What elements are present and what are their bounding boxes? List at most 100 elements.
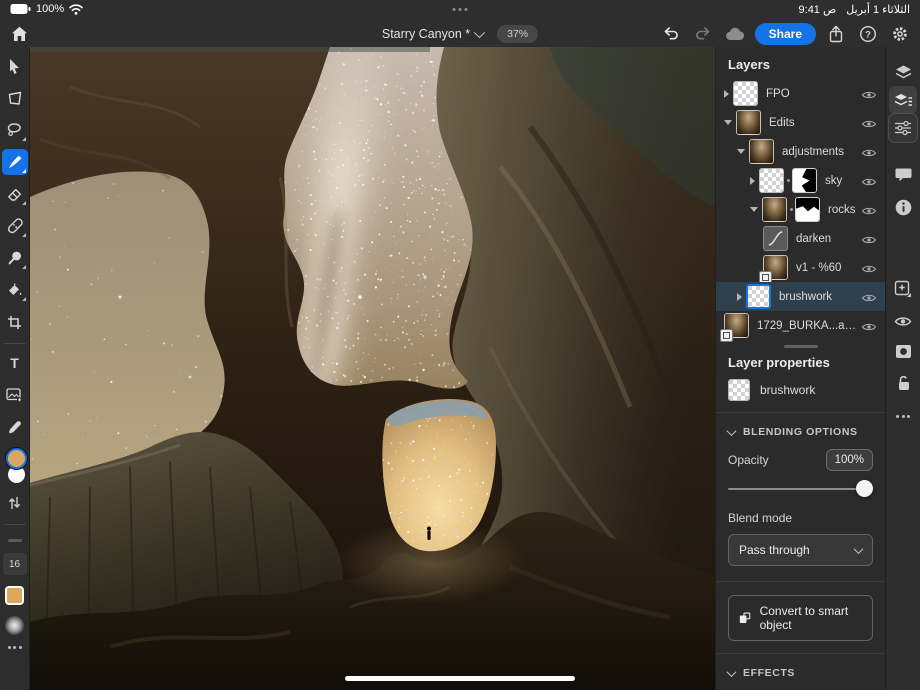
layer-thumbnail[interactable] [763,226,788,251]
add-layer-icon [894,280,911,297]
visibility-eye-icon[interactable] [861,204,877,216]
visibility-eye-icon[interactable] [861,262,877,274]
help-button[interactable]: ? [856,23,880,45]
chevron-down-icon [726,425,737,436]
opacity-slider[interactable] [728,480,873,497]
brush-size-field[interactable]: 16 [2,553,27,575]
properties-button[interactable] [889,114,917,142]
disclosure-triangle[interactable] [724,120,732,125]
layer-row[interactable]: 1729_BURKA...anced-NR33 [716,311,885,342]
spot-healing-tool[interactable] [2,213,28,239]
help-icon: ? [859,25,877,42]
layers-panel: Layers FPO Edits adjustments sky rocks darken… [715,47,885,690]
canvas-image[interactable] [30,47,715,690]
layers-list: FPO Edits adjustments sky rocks darken v1 - %6… [716,79,885,342]
layers-panel-button[interactable] [889,86,917,114]
redo-button[interactable] [691,23,715,45]
disclosure-triangle[interactable] [724,89,729,98]
more-tool-options-button[interactable] [7,646,22,649]
visibility-eye-icon[interactable] [861,88,877,100]
layer-row[interactable]: sky [716,166,885,195]
status-time: 9:41 ص [798,4,837,16]
multitask-indicator[interactable] [452,8,468,11]
layer-thumbnail[interactable] [746,284,771,309]
settings-button[interactable] [888,23,912,45]
layer-thumbnail[interactable] [749,139,774,164]
visibility-eye-icon[interactable] [861,117,877,129]
slider-track [728,488,871,490]
layer-thumbnail[interactable] [733,81,758,106]
layer-mask-thumbnail[interactable] [792,168,817,193]
slider-handle[interactable] [856,480,873,497]
status-date: الثلاثاء 1 أبريل [846,4,910,16]
zoom-level-badge[interactable]: 37% [497,24,539,43]
move-tool[interactable] [2,53,28,79]
divider [716,581,885,582]
place-photo-tool[interactable] [2,382,28,408]
comments-button[interactable] [889,160,917,188]
visibility-eye-icon[interactable] [861,146,877,158]
visibility-eye-icon[interactable] [861,233,877,245]
lasso-select-tool[interactable] [2,117,28,143]
opacity-value-field[interactable]: 100% [825,449,873,471]
disclosure-triangle[interactable] [750,176,755,185]
layer-thumbnail[interactable] [736,110,761,135]
effects-header[interactable]: EFFECTS [726,666,873,679]
export-button[interactable] [824,23,848,45]
layers-view-button[interactable] [889,58,917,86]
share-button[interactable]: Share [754,22,816,45]
layer-row[interactable]: Edits [716,108,885,137]
layer-thumbnail[interactable] [759,168,784,193]
layer-thumbnail[interactable] [720,313,749,342]
undo-button[interactable] [659,23,683,45]
layer-row[interactable]: brushwork [716,282,885,311]
add-layer-button[interactable] [889,275,917,303]
brush-color-swatch[interactable] [5,586,24,605]
layer-visibility-button[interactable] [889,307,917,335]
blend-mode-select[interactable]: Pass through [728,534,873,566]
eyedropper-tool[interactable] [2,414,28,440]
layer-thumbnail[interactable] [762,197,787,222]
type-tool[interactable]: T [2,350,28,376]
mask-icon [895,344,911,358]
layers-panel-title: Layers [728,57,770,72]
layer-mask-thumbnail[interactable] [795,197,820,222]
layer-thumbnail[interactable] [759,255,788,284]
crop-tool[interactable] [2,309,28,335]
brush-preview[interactable] [5,616,24,635]
layer-more-options-button[interactable] [889,402,917,430]
disclosure-triangle[interactable] [750,207,758,212]
layer-row[interactable]: darken [716,224,885,253]
disclosure-triangle[interactable] [737,149,745,154]
layer-properties-title: Layer properties [728,355,830,370]
foreground-color-chip[interactable] [5,448,27,469]
visibility-eye-icon[interactable] [861,175,877,187]
home-indicator[interactable] [345,676,575,681]
layer-mask-button[interactable] [889,337,917,365]
visibility-eye-icon[interactable] [861,320,877,332]
disclosure-triangle[interactable] [737,292,742,301]
brush-tool[interactable] [1,149,28,175]
layer-row[interactable]: adjustments [716,137,885,166]
document-title-dropdown[interactable]: Starry Canyon * [382,26,486,41]
blending-options-header[interactable]: BLENDING OPTIONS [726,425,873,438]
tool-options-drag-handle[interactable] [7,539,22,542]
smart-object-icon [739,612,751,623]
layer-row[interactable]: FPO [716,79,885,108]
layer-name: darken [796,232,832,245]
eraser-tool[interactable] [2,181,28,207]
clone-stamp-tool[interactable] [2,245,28,271]
layer-lock-button[interactable] [889,369,917,397]
convert-to-smart-object-button[interactable]: Convert to smart object [728,595,873,641]
transform-tool[interactable] [2,85,28,111]
visibility-eye-icon[interactable] [861,291,877,303]
swap-colors-button[interactable] [2,490,28,516]
battery-icon [10,4,31,14]
cloud-sync-button[interactable] [723,23,747,45]
layer-row[interactable]: rocks [716,195,885,224]
fill-tool[interactable] [2,277,28,303]
info-button[interactable] [889,193,917,221]
home-button[interactable] [8,23,30,45]
layer-row[interactable]: v1 - %60 [716,253,885,284]
panel-resize-handle[interactable] [716,340,885,353]
